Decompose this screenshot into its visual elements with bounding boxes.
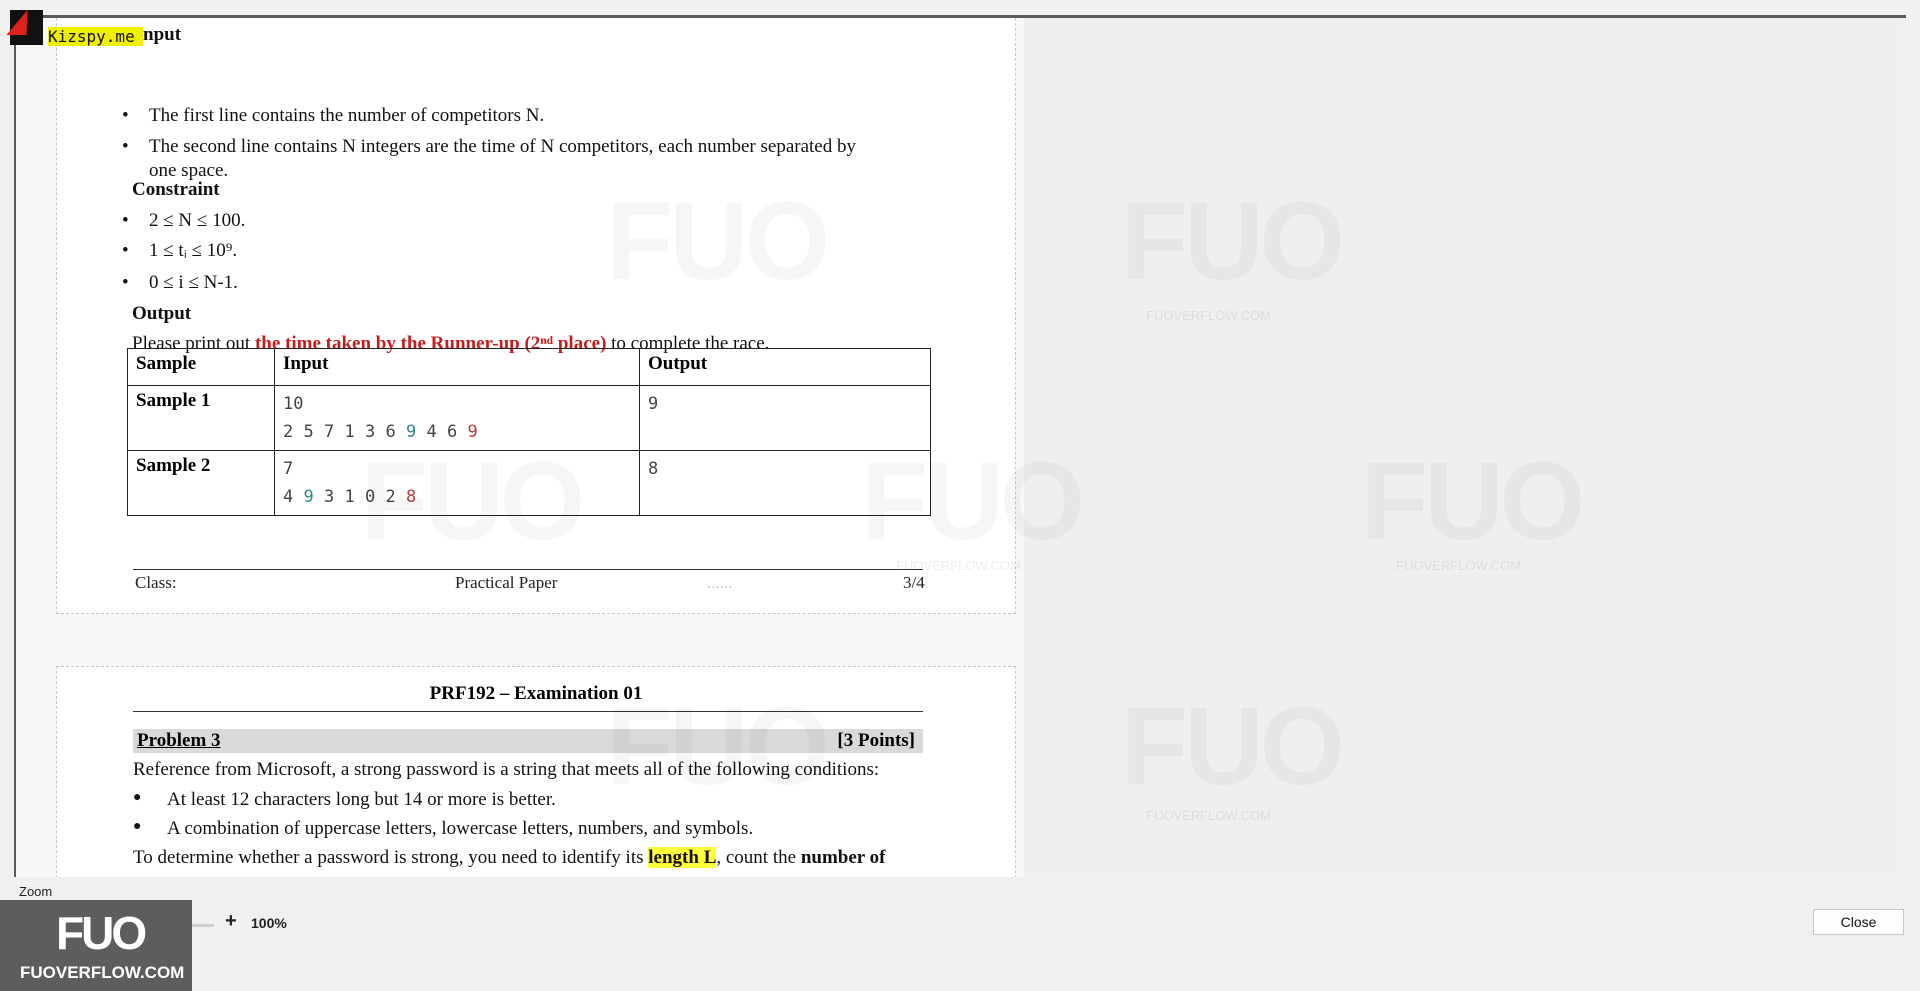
input-number: 1 [344,422,355,442]
header-sample: Sample [127,348,275,386]
constraint-heading: Constraint [132,179,220,200]
watermark-site: FUOVERFLOW.COM [896,558,1021,573]
input-number: 7 [324,422,335,442]
document-view-area[interactable]: The first line contains the number of co… [16,18,1902,877]
header-input: Input [274,348,640,386]
problem-continuation: To determine whether a password is stron… [133,847,885,869]
input-number: 1 [344,487,355,507]
watermark-logo: FUO [606,683,826,810]
input-number: 5 [303,422,314,442]
constraint-item-3: 0 ≤ i ≤ N-1. [149,272,238,294]
input-number: 2 [283,422,294,442]
sample-name: Sample 1 [127,385,275,451]
watermark-site: FUOVERFLOW.COM [1146,308,1271,323]
input-heading-tail: nput [143,24,182,45]
input-number: 4 [283,487,294,507]
document-viewer-window: The first line contains the number of co… [0,0,1920,991]
document-page-4: PRF192 – Examination 01 Problem 3 [3 Poi… [56,666,1016,877]
footer-class: Class: [135,573,177,592]
continuation-mid: , count the [716,847,797,868]
continuation-bold: number of [800,847,886,868]
watermark-logo: FUO [606,178,826,305]
condition-item-1: At least 12 characters long but 14 or mo… [167,789,556,811]
bottom-toolbar [0,877,1920,991]
problem-title: Problem 3 [137,730,221,751]
watermark-site: FUOVERFLOW.COM [1396,558,1521,573]
zoom-value: 100% [251,915,287,931]
watermark-logo: FUO [1121,683,1341,810]
overlay-badge: Kizspy.me [48,27,143,46]
watermark-logo: FUO [1361,438,1581,565]
footer-rule [133,569,923,570]
footer-dots: ...... [707,573,733,592]
watermark-logo: FUO [1121,178,1341,305]
highlight-length: length L [648,847,717,868]
watermark-logo: FUO [861,438,1081,565]
zoom-in-button[interactable]: + [225,910,237,933]
problem-points: [3 Points] [837,730,915,751]
input-number: 3 [324,487,335,507]
watermark-site: FUOVERFLOW.COM [1146,808,1271,823]
input-bullet-1: The first line contains the number of co… [149,105,544,127]
close-button[interactable]: Close [1813,909,1904,935]
watermark-logo: FUO [361,438,581,565]
zoom-label: Zoom [19,884,53,899]
watermark-logo-box: FUO FUOVERFLOW.COM [0,900,192,991]
continuation-start: To determine whether a password is stron… [133,847,644,868]
condition-item-2: A combination of uppercase letters, lowe… [167,818,753,840]
fuo-logo-icon: FUO [56,907,147,959]
sample-name: Sample 2 [127,450,275,516]
output-heading: Output [132,303,192,324]
table-header-row: Sample Input Output [127,348,931,386]
input-bullet-2: The second line contains N integers are … [149,136,856,158]
header-output: Output [639,348,931,386]
constraint-item-1: 2 ≤ N ≤ 100. [149,210,245,232]
input-number-highlight: 9 [303,487,314,507]
constraint-item-2: 1 ≤ tᵢ ≤ 10⁹. [149,240,237,262]
footer-page-number: 3/4 [903,573,925,592]
fuo-logo-text: FUOVERFLOW.COM [20,963,185,982]
input-line-1: 10 [283,394,304,414]
exam-title: PRF192 – Examination 01 [429,683,643,704]
footer-title: Practical Paper [455,573,558,592]
